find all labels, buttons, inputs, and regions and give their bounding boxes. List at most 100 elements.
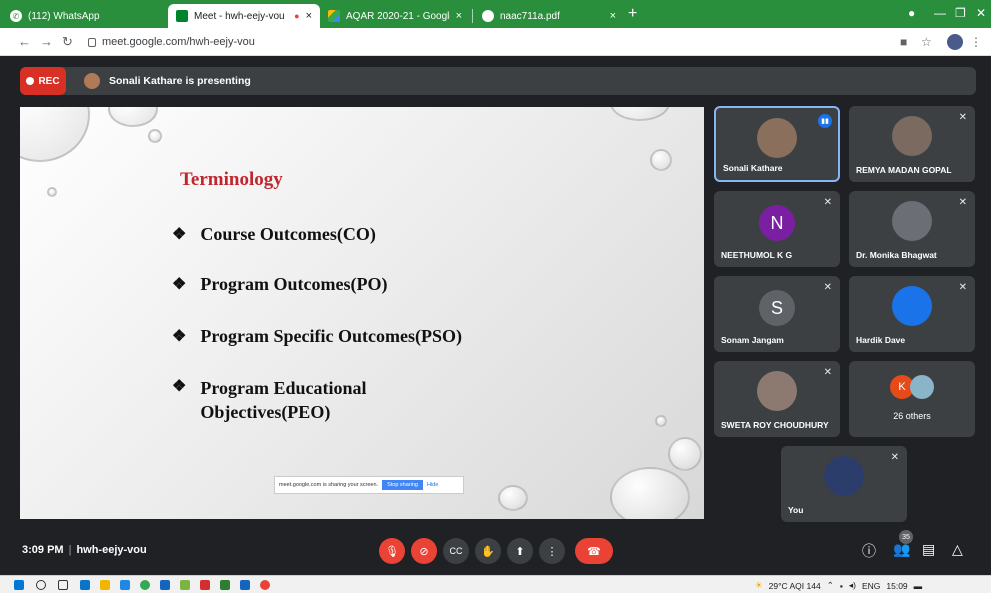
participant-name: Dr. Monika Bhagwat — [856, 250, 937, 260]
people-icon[interactable]: 👥 — [893, 541, 910, 558]
captions-button[interactable]: CC — [443, 538, 469, 564]
word-icon[interactable] — [240, 580, 250, 590]
participant-tile[interactable]: ✕ REMYA MADAN GOPAL — [849, 106, 975, 182]
recording-dot-icon: ● — [294, 11, 300, 21]
store-icon[interactable] — [120, 580, 130, 590]
bullet-text: Program Outcomes(PO) — [200, 274, 388, 294]
water-drop-decoration — [610, 467, 690, 519]
app-icon[interactable] — [200, 580, 210, 590]
forward-icon[interactable]: → — [40, 34, 53, 49]
tab-meet[interactable]: Meet - hwh-eejy-vou ● × — [168, 4, 320, 28]
participant-tile[interactable]: ✕ Dr. Monika Bhagwat — [849, 191, 975, 267]
minimize-icon[interactable]: — — [934, 6, 946, 20]
close-icon[interactable]: × — [306, 10, 312, 22]
chrome-icon[interactable] — [140, 580, 150, 590]
others-count-label: 26 others — [893, 411, 931, 421]
camera-indicator-icon[interactable]: ■ — [900, 35, 907, 49]
tab-label: (112) WhatsApp — [28, 10, 100, 22]
app-icon[interactable] — [160, 580, 170, 590]
participant-initial-avatar: N — [759, 205, 795, 241]
hide-button[interactable]: Hide — [427, 482, 438, 488]
tab-label: Meet - hwh-eejy-vou — [194, 10, 285, 22]
close-icon[interactable]: × — [610, 10, 616, 22]
camera-off-button[interactable]: ⊘ — [411, 538, 437, 564]
activities-icon[interactable]: △ — [952, 541, 963, 558]
mic-off-icon: ✕ — [823, 282, 832, 293]
participant-tile[interactable]: ✕ SWETA ROY CHOUDHURY — [714, 361, 840, 437]
menu-kebab-icon[interactable]: ⋮ — [970, 35, 982, 49]
app-icon[interactable] — [180, 580, 190, 590]
profile-avatar[interactable] — [947, 34, 963, 50]
weather-icon: ☀ — [755, 580, 763, 590]
participant-name: Sonam Jangam — [721, 335, 784, 345]
water-drop-decoration — [610, 107, 670, 121]
bullet-text: Course Outcomes(CO) — [200, 224, 376, 244]
present-button[interactable]: ⬆ — [507, 538, 533, 564]
self-tile[interactable]: ✕ You — [781, 446, 907, 522]
participant-tile[interactable]: N ✕ NEETHUMOL K G — [714, 191, 840, 267]
windows-taskbar: ☀ 29°C AQI 144 ⌃ ▪ ◂) ENG 15:09 ▬ — [0, 575, 991, 593]
screen: ✆ (112) WhatsApp × Meet - hwh-eejy-vou ●… — [0, 0, 991, 593]
tab-pdf[interactable]: naac711a.pdf × — [474, 4, 624, 28]
leave-call-button[interactable]: ☎ — [575, 538, 613, 564]
edge-icon[interactable] — [80, 580, 90, 590]
tab-divider — [472, 9, 473, 23]
pdf-icon — [482, 10, 494, 22]
participant-photo — [892, 286, 932, 326]
file-explorer-icon[interactable] — [100, 580, 110, 590]
water-drop-decoration — [47, 187, 57, 197]
mic-off-button[interactable]: 🎙 — [379, 538, 405, 564]
meeting-time: 3:09 PM — [22, 544, 64, 556]
mic-off-icon: 🎙 — [385, 545, 399, 558]
meeting-details: 3:09 PM | hwh-eejy-vou — [22, 544, 147, 556]
hang-up-icon: ☎ — [587, 545, 601, 558]
tab-whatsapp[interactable]: ✆ (112) WhatsApp × — [2, 4, 192, 28]
others-tile[interactable]: K 26 others — [849, 361, 975, 437]
language-indicator[interactable]: ENG — [862, 581, 880, 591]
others-photo-avatar — [910, 375, 934, 399]
notifications-icon[interactable]: ▬ — [914, 581, 923, 591]
close-icon[interactable]: × — [456, 10, 462, 22]
tab-drive[interactable]: AQAR 2020-21 - Google Drive × — [320, 4, 470, 28]
tab-label: AQAR 2020-21 - Google Drive — [346, 10, 450, 22]
stop-sharing-button[interactable]: Stop sharing — [382, 480, 423, 490]
tray-chevron-icon[interactable]: ⌃ — [827, 580, 834, 591]
bullet-text: Program Educational Objectives(PEO) — [200, 378, 367, 422]
info-icon[interactable]: ⓘ — [862, 541, 876, 561]
windows-start-icon[interactable] — [14, 580, 24, 590]
presenter-avatar — [84, 73, 100, 89]
task-view-icon[interactable] — [58, 580, 68, 590]
participant-initial-avatar: S — [759, 290, 795, 326]
share-notice-text: meet.google.com is sharing your screen. — [279, 482, 379, 488]
back-icon[interactable]: ← — [18, 34, 31, 49]
new-tab-button[interactable]: + — [628, 5, 637, 23]
window-close-icon[interactable]: ✕ — [976, 6, 986, 20]
excel-icon[interactable] — [220, 580, 230, 590]
participant-tile[interactable]: ▮▮ Sonali Kathare — [714, 106, 840, 182]
bullet-diamond-icon: ❖ — [172, 276, 187, 293]
chat-icon[interactable]: ▤ — [922, 541, 935, 558]
bullet-text: Program Specific Outcomes(PSO) — [200, 326, 462, 346]
taskbar-clock[interactable]: 15:09 — [886, 581, 907, 591]
more-vert-icon: ⋮ — [546, 545, 558, 558]
participant-name: NEETHUMOL K G — [721, 250, 793, 260]
participant-tile[interactable]: ✕ Hardik Dave — [849, 276, 975, 352]
water-drop-decoration — [668, 437, 702, 471]
reload-icon[interactable]: ↻ — [62, 34, 73, 50]
speaking-indicator-icon: ▮▮ — [818, 114, 832, 128]
volume-icon[interactable]: ◂) — [849, 580, 856, 591]
hand-icon: ✋ — [481, 545, 495, 558]
profile-dot-icon[interactable]: ● — [908, 6, 915, 20]
recording-badge[interactable]: REC — [20, 67, 66, 95]
restore-icon[interactable]: ❐ — [955, 6, 966, 20]
network-icon[interactable]: ▪ — [840, 581, 843, 591]
search-icon[interactable] — [36, 580, 46, 590]
url-field[interactable]: meet.google.com/hwh-eejy-vou — [88, 36, 255, 48]
record-dot-icon — [26, 77, 35, 85]
star-icon[interactable]: ☆ — [921, 35, 932, 49]
chrome-icon[interactable] — [260, 580, 270, 590]
weather-text[interactable]: 29°C AQI 144 — [769, 581, 821, 591]
more-options-button[interactable]: ⋮ — [539, 538, 565, 564]
raise-hand-button[interactable]: ✋ — [475, 538, 501, 564]
participant-tile[interactable]: S ✕ Sonam Jangam — [714, 276, 840, 352]
